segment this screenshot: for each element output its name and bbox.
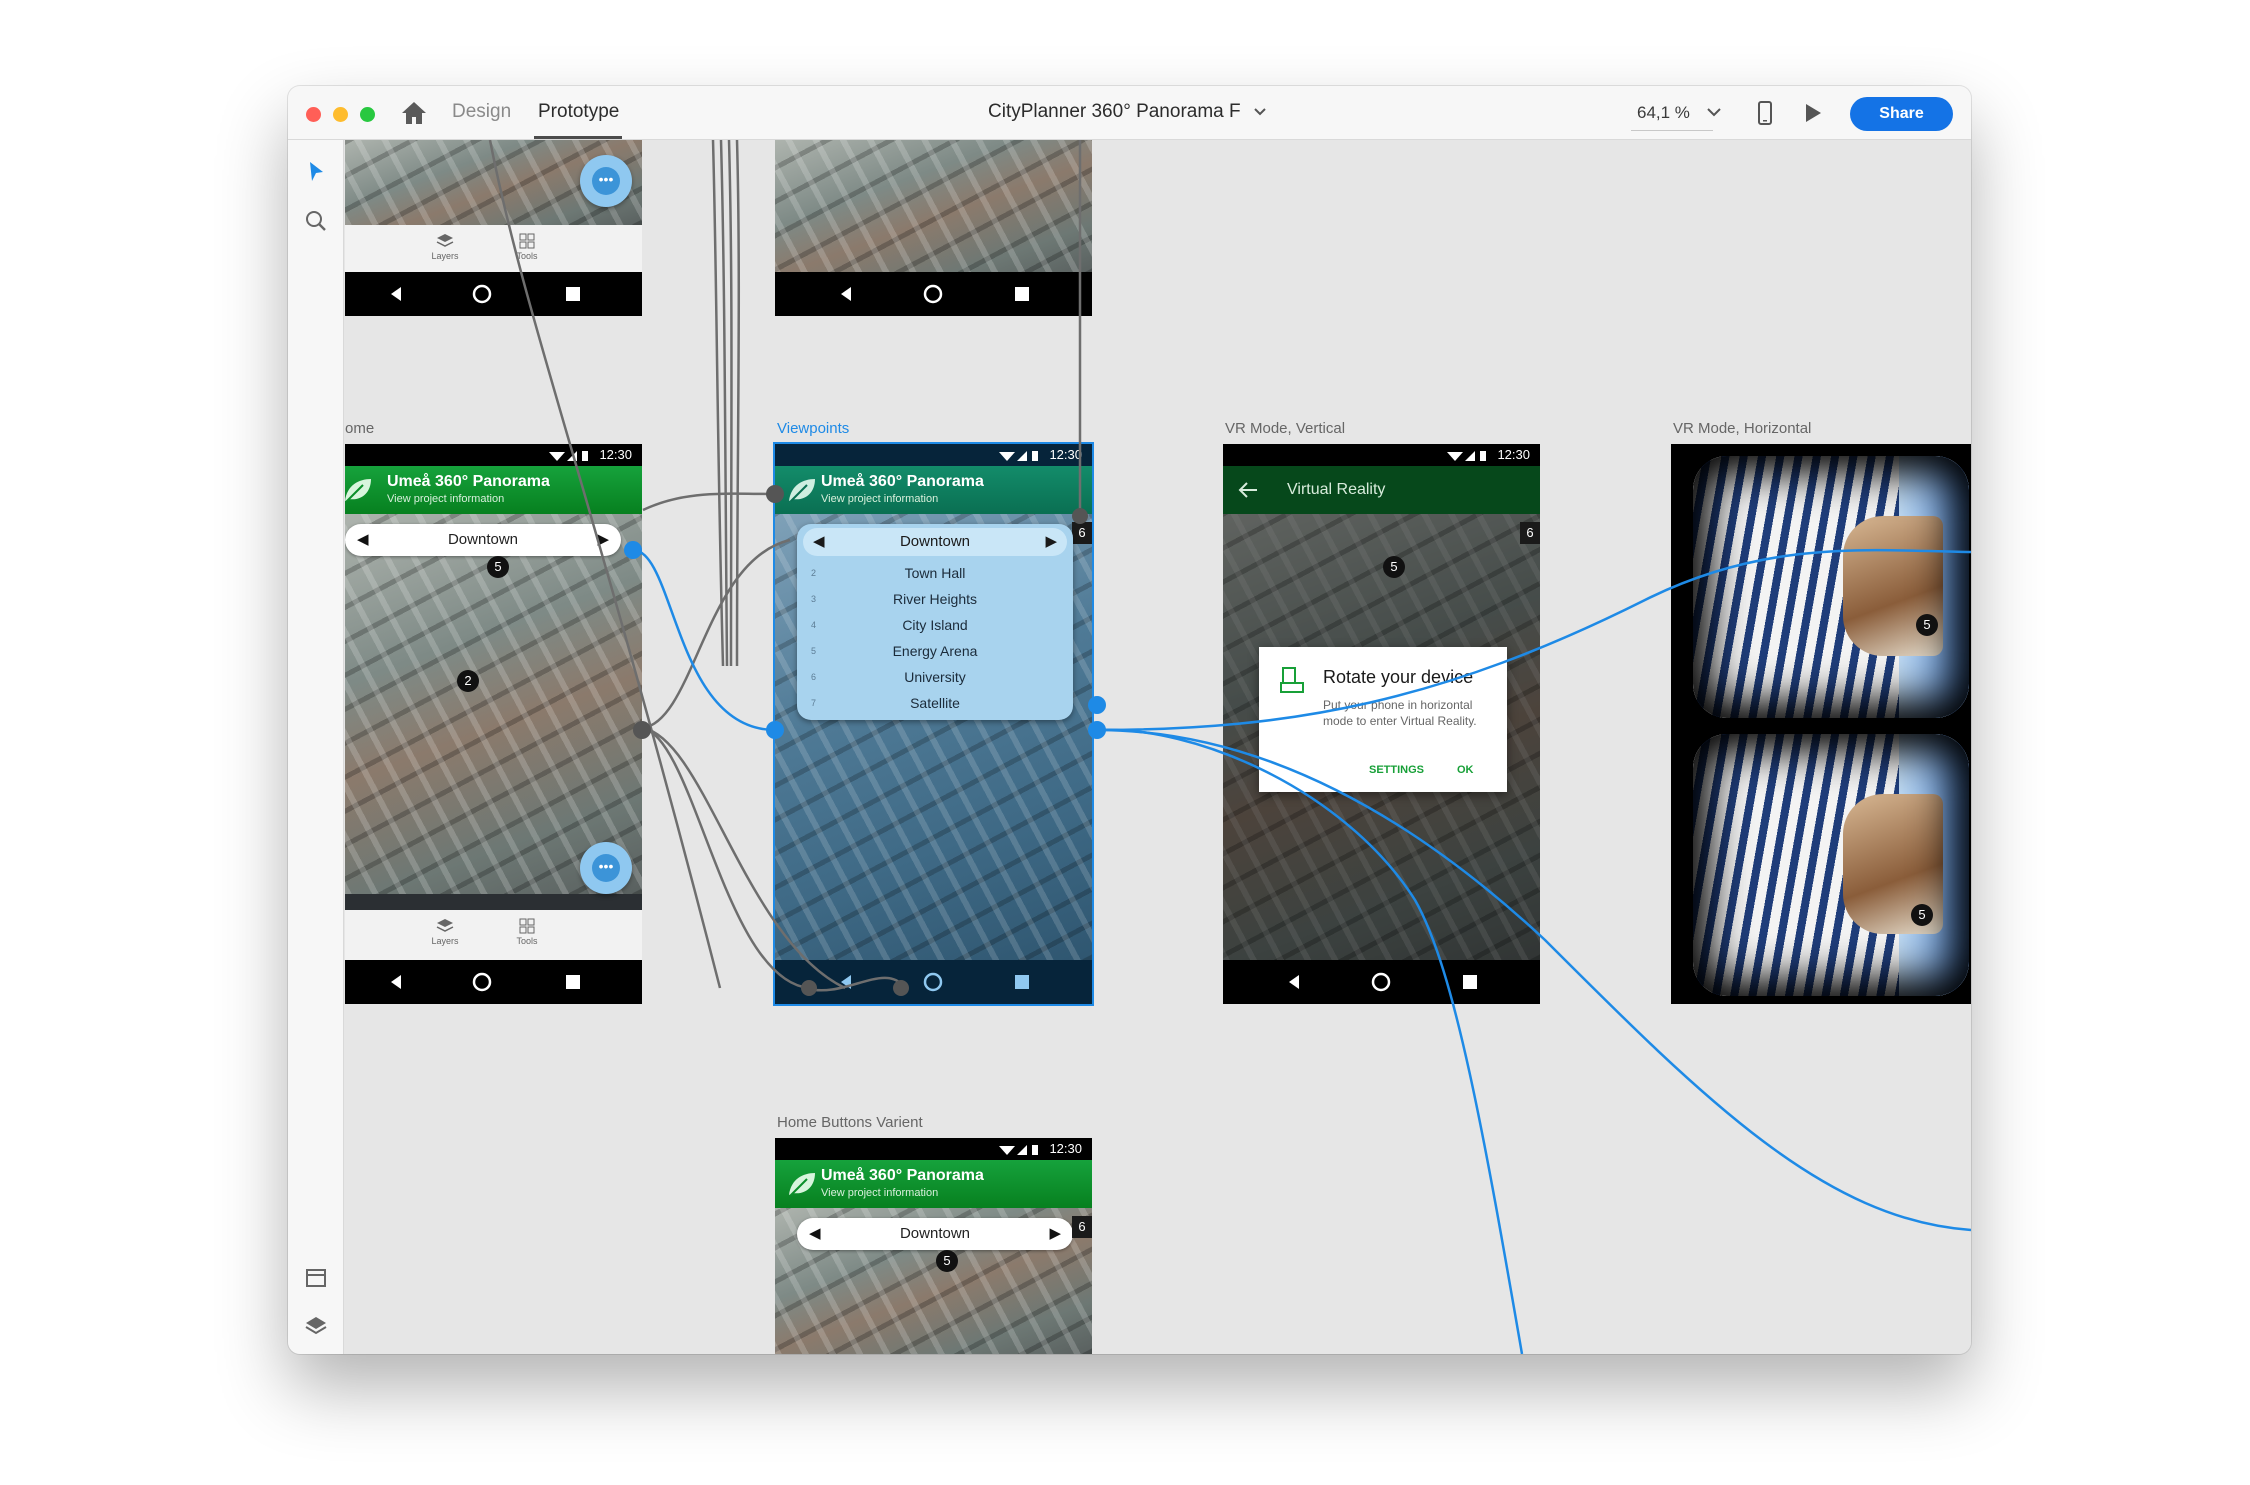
share-button[interactable]: Share [1850,97,1953,131]
document-title-menu[interactable]: CityPlanner 360° Panorama F [988,101,1267,123]
wire-blue [1096,548,1971,732]
wire-gray [488,140,722,989]
wire-handle[interactable] [1088,721,1106,739]
wire-handle[interactable] [801,980,817,996]
wire-gray [735,140,741,667]
wire-handle[interactable] [893,980,909,996]
wire-handle[interactable] [1072,508,1088,524]
wire-blue [1096,728,1524,1354]
active-tab-indicator [534,136,622,139]
zoom-field-underline [1631,130,1713,131]
close-window-button[interactable] [306,107,321,122]
tool-rail [288,140,344,1354]
wire-handle[interactable] [766,485,784,503]
tab-prototype[interactable]: Prototype [538,101,619,123]
wire-handle[interactable] [624,541,642,559]
wire-gray [642,726,846,990]
wire-handle[interactable] [1088,696,1106,714]
wire-blue [1096,728,1971,1232]
play-icon[interactable] [1801,100,1825,126]
app-window: Design Prototype CityPlanner 360° Panora… [288,86,1971,1354]
minimize-window-button[interactable] [333,107,348,122]
wire-handle[interactable] [766,721,784,739]
search-icon[interactable] [302,207,330,235]
document-title: CityPlanner 360° Panorama F [988,101,1241,122]
zoom-chevron-down-icon[interactable] [1702,98,1726,126]
layers-panel-icon[interactable] [302,1312,330,1340]
select-arrow-icon[interactable] [302,158,330,186]
home-icon[interactable] [399,99,429,127]
assets-panel-icon[interactable] [302,1264,330,1292]
zoom-window-button[interactable] [360,107,375,122]
wire-gray [642,538,791,730]
blue-wires [632,548,1971,1354]
wire-gray [642,726,810,990]
device-preview-icon[interactable] [1754,99,1776,127]
prototype-wires [488,140,1971,1354]
wire-handles [624,485,1106,996]
wire-gray [804,976,907,992]
chevron-down-icon [1253,108,1266,116]
wire-gray [642,492,776,512]
title-bar: Design Prototype CityPlanner 360° Panora… [288,86,1971,140]
zoom-level[interactable]: 64,1 % [1637,103,1690,123]
tab-design[interactable]: Design [452,101,511,123]
design-canvas[interactable]: ••• Layers Tools ome Viewpoints VR Mode,… [345,140,1971,1354]
wire-handle[interactable] [633,721,651,739]
gray-wires [488,140,1082,992]
